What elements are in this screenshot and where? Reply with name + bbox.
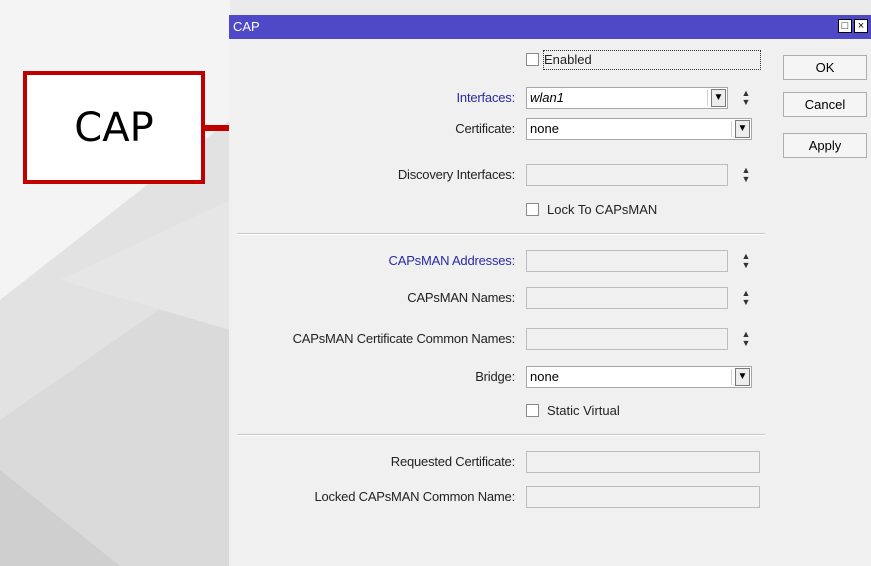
static-virtual-label[interactable]: Static Virtual xyxy=(547,402,620,420)
capsman-cert-common-names-field[interactable] xyxy=(526,328,728,350)
interfaces-select[interactable]: wlan1 ▼ xyxy=(526,87,728,109)
capsman-names-field[interactable] xyxy=(526,287,728,309)
interfaces-label: Interfaces: xyxy=(456,90,516,105)
certificate-select[interactable]: none ▼ xyxy=(526,118,752,140)
dropdown-arrow-icon[interactable]: ▼ xyxy=(735,368,750,386)
capsman-addresses-field[interactable] xyxy=(526,250,728,272)
window-title: CAP xyxy=(233,19,260,34)
locked-capsman-common-name-label: Locked CAPsMAN Common Name: xyxy=(314,489,516,504)
discovery-updown-icon[interactable]: ▲ ▼ xyxy=(740,164,752,186)
capsman-cert-updown-icon[interactable]: ▲ ▼ xyxy=(740,328,752,350)
section-divider xyxy=(237,233,765,235)
dropdown-separator xyxy=(731,121,732,137)
bridge-select[interactable]: none ▼ xyxy=(526,366,752,388)
bridge-label: Bridge: xyxy=(475,369,515,384)
cap-dialog-window: CAP □ × Enabled Interfaces: wlan1 ▼ ▲ ▼ C… xyxy=(229,15,871,566)
capsman-names-updown-icon[interactable]: ▲ ▼ xyxy=(740,287,752,309)
section-divider xyxy=(237,434,765,436)
interfaces-value: wlan1 xyxy=(530,90,564,105)
capsman-names-label: CAPsMAN Names: xyxy=(407,290,515,305)
locked-capsman-common-name-field[interactable] xyxy=(526,486,760,508)
enabled-label[interactable]: Enabled xyxy=(543,50,761,70)
requested-certificate-field[interactable] xyxy=(526,451,760,473)
dropdown-arrow-icon[interactable]: ▼ xyxy=(735,120,750,138)
interfaces-updown-icon[interactable]: ▲ ▼ xyxy=(740,87,752,109)
cancel-button[interactable]: Cancel xyxy=(783,92,867,117)
maximize-icon[interactable]: □ xyxy=(838,19,852,33)
dropdown-separator xyxy=(707,90,708,106)
certificate-value: none xyxy=(530,121,559,136)
bridge-value: none xyxy=(530,369,559,384)
capsman-addresses-updown-icon[interactable]: ▲ ▼ xyxy=(740,250,752,272)
requested-certificate-label: Requested Certificate: xyxy=(390,454,515,469)
capsman-addresses-label: CAPsMAN Addresses: xyxy=(388,253,516,268)
dropdown-arrow-icon[interactable]: ▼ xyxy=(711,89,726,107)
apply-button[interactable]: Apply xyxy=(783,133,867,158)
lock-to-capsman-label[interactable]: Lock To CAPsMAN xyxy=(547,201,657,219)
lock-to-capsman-checkbox[interactable] xyxy=(526,203,539,216)
enabled-checkbox[interactable] xyxy=(526,53,539,66)
ok-button[interactable]: OK xyxy=(783,55,867,80)
close-icon[interactable]: × xyxy=(854,19,868,33)
capsman-cert-common-names-label: CAPsMAN Certificate Common Names: xyxy=(292,331,516,346)
dropdown-separator xyxy=(731,369,732,385)
discovery-interfaces-field[interactable] xyxy=(526,164,728,186)
discovery-interfaces-label: Discovery Interfaces: xyxy=(397,167,515,182)
window-titlebar[interactable]: CAP □ × xyxy=(229,15,871,39)
certificate-label: Certificate: xyxy=(455,121,515,136)
static-virtual-checkbox[interactable] xyxy=(526,404,539,417)
